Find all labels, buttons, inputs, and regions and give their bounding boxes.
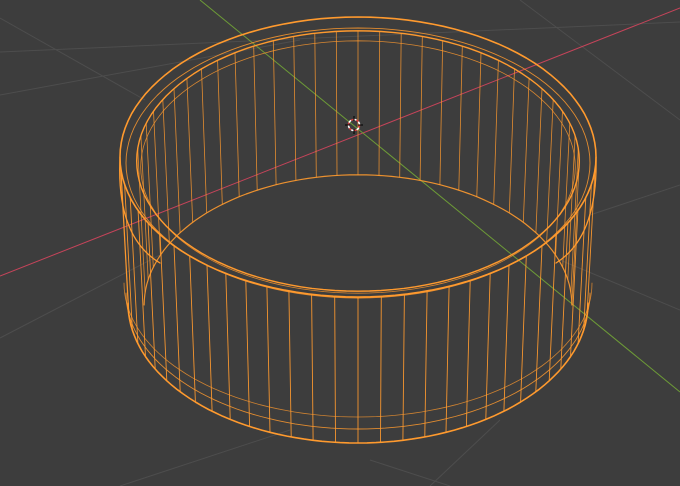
vertical-edge-back bbox=[314, 32, 317, 178]
vertical-edge bbox=[159, 234, 168, 382]
vertical-edge bbox=[380, 295, 382, 443]
vertical-edge bbox=[424, 290, 428, 438]
vertical-edge bbox=[225, 272, 231, 420]
floor-grid bbox=[0, 0, 680, 486]
vertical-edge bbox=[402, 293, 405, 441]
3d-viewport[interactable] bbox=[0, 0, 680, 486]
grid-line bbox=[589, 184, 680, 216]
vertical-edge-back bbox=[555, 110, 563, 256]
vertical-edge bbox=[245, 280, 251, 427]
vertical-edge-back bbox=[493, 60, 499, 205]
vertical-edge-back bbox=[253, 45, 258, 191]
vertical-edge-back bbox=[335, 31, 338, 176]
vertical-edge-back bbox=[508, 68, 515, 214]
vertical-edge bbox=[206, 264, 213, 412]
vertical-edge bbox=[465, 280, 471, 427]
vertical-edge-back bbox=[234, 52, 240, 198]
vertical-edge-back bbox=[162, 99, 170, 244]
vertical-edge-back bbox=[546, 99, 554, 244]
vertical-edge bbox=[173, 245, 181, 393]
vertical-edge-back bbox=[439, 40, 444, 186]
vertical-edge-back bbox=[201, 68, 208, 214]
grid-line bbox=[119, 429, 291, 486]
vertical-edge bbox=[503, 264, 510, 412]
ring-mesh[interactable] bbox=[119, 16, 597, 444]
vertical-edge bbox=[147, 222, 156, 370]
vertical-edge-back bbox=[419, 36, 423, 181]
vertical-edge-back bbox=[217, 60, 223, 205]
vertical-edge bbox=[535, 245, 543, 393]
vertical-edge bbox=[520, 255, 527, 403]
vertical-edge-back bbox=[458, 45, 463, 191]
vertical-edge bbox=[266, 285, 271, 433]
viewport-canvas[interactable] bbox=[0, 0, 680, 486]
vertical-edge-back bbox=[293, 36, 297, 181]
vertical-edge-back bbox=[522, 78, 530, 223]
vertical-edge-back bbox=[140, 135, 149, 280]
vertical-edge bbox=[288, 290, 292, 438]
grid-line bbox=[429, 419, 501, 486]
vertical-edge-back bbox=[535, 88, 543, 234]
axis-lines bbox=[0, 0, 680, 393]
x-axis-line bbox=[0, 7, 680, 277]
vertical-edge bbox=[334, 295, 336, 443]
vertical-edge bbox=[189, 255, 196, 403]
vertical-edge-back bbox=[153, 110, 161, 256]
vertical-edge-back bbox=[145, 122, 154, 268]
vertical-edge bbox=[311, 293, 314, 441]
vertical-edge-back bbox=[476, 52, 482, 198]
vertical-edge-back bbox=[562, 122, 571, 268]
grid-line bbox=[369, 459, 451, 486]
grid-line bbox=[0, 17, 146, 101]
vertical-edge bbox=[548, 234, 557, 382]
vertical-edge-back bbox=[173, 88, 181, 234]
vertical-edge-back bbox=[399, 32, 402, 178]
grid-line bbox=[559, 259, 680, 311]
vertical-edge-back bbox=[378, 31, 381, 176]
y-axis-line bbox=[199, 0, 680, 393]
vertical-edge bbox=[485, 272, 491, 420]
vertical-edge bbox=[445, 285, 450, 433]
grid-line bbox=[0, 21, 680, 53]
